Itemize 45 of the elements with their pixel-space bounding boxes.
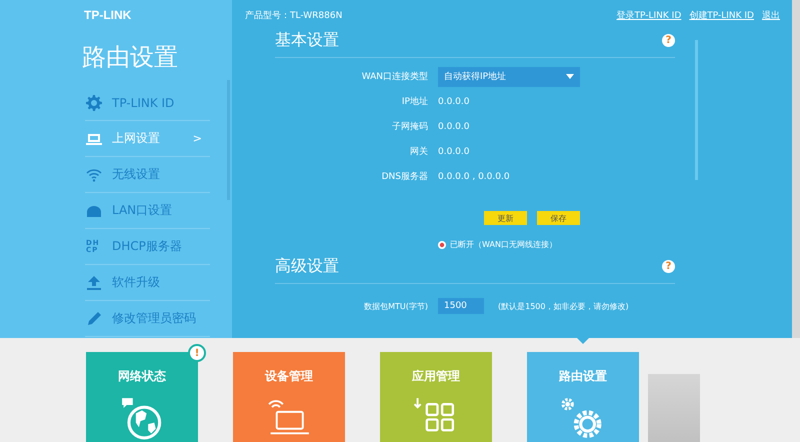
nav-tile[interactable]: 路由设置 [527,352,639,442]
logo: TP-LINK [84,8,132,22]
sidebar-title: 路由设置 [82,42,178,73]
sidebar-item[interactable]: TP-LINK ID [85,85,210,121]
field-label: 子网掩码 [391,120,428,133]
field-hint: (默认是1500，如非必要，请勿修改) [498,300,630,312]
field-label: 数据包MTU(字节) [363,300,428,312]
upload-icon [86,274,102,290]
caret-icon [566,74,574,79]
field-value: 0.0.0.0 [438,122,470,132]
header-link[interactable]: 登录TP-LINK ID [616,8,682,22]
field-label: IP地址 [400,96,428,108]
field-value: 0.0.0.0 [438,146,470,156]
wan-type-dropdown[interactable]: 自动获得IP地址 [438,66,580,86]
scrollbar[interactable] [792,0,800,338]
gear-icon [86,94,102,110]
action-button[interactable]: 保存 [537,211,580,225]
mtu-input[interactable]: 1500 [438,298,484,314]
field-label: 网关 [409,146,428,158]
sidebar-item[interactable]: 修改管理员密码 [85,301,210,337]
field-label: WAN口连接类型 [360,70,428,83]
sidebar-item[interactable]: 软件升级 [85,265,210,301]
field-value: 0.0.0.0 , 0.0.0.0 [438,172,511,182]
alert-badge: ! [188,344,206,362]
sidebar-item[interactable]: 无线设置 [85,157,210,193]
nav-tile[interactable]: 应用管理 [380,352,492,442]
product-model: 产品型号：TL-WR886N [245,10,342,22]
wifi-icon [86,166,102,182]
pencil-icon [86,310,102,326]
error-icon [438,240,446,248]
header-link[interactable]: 创建TP-LINK ID [689,8,754,22]
connection-status: 已断开（WAN口无网线连接） [450,239,557,250]
help-icon[interactable]: ? [662,260,675,273]
faded-tile [648,374,700,442]
sidebar-item[interactable]: 上网设置 > [85,121,210,157]
scrollbar[interactable] [695,40,698,180]
field-value: 0.0.0.0 [438,96,470,106]
help-icon[interactable]: ? [662,34,675,47]
section-title: 基本设置 [275,30,339,51]
action-button[interactable]: 更新 [484,211,527,225]
field-label: DNS服务器 [380,170,428,183]
header-link[interactable]: 退出 [762,8,780,22]
nav-tile[interactable]: 设备管理 [233,352,345,442]
section-title: 高级设置 [275,256,339,277]
sidebar-item[interactable]: LAN口设置 [85,193,210,229]
